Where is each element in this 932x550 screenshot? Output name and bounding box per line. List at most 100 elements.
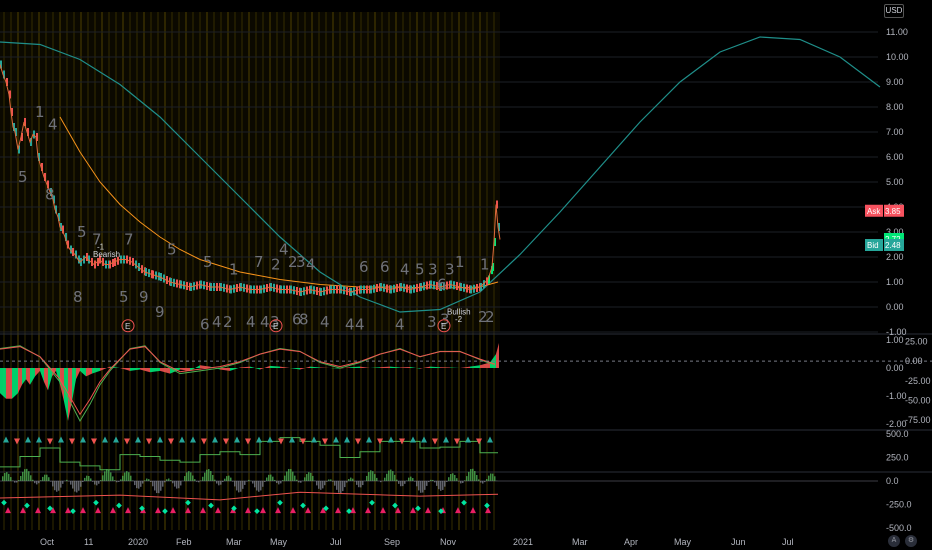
diamond-marker-icon (277, 499, 283, 506)
signal-tick-label: 250.0 (886, 452, 909, 462)
time-tick-label: Oct (40, 537, 55, 547)
histogram-bar (240, 481, 242, 492)
histogram-bar (184, 476, 186, 481)
signal-tick-label: 0.0 (886, 476, 899, 486)
histogram-bar (8, 473, 10, 481)
histogram-bar (452, 473, 454, 481)
oscillator-area (400, 366, 410, 369)
count-digit-label: 7 (254, 253, 264, 271)
oscillator-tick-label: 0.00 (886, 363, 904, 373)
oscillator-area (410, 366, 420, 369)
histogram-bar (320, 481, 322, 490)
marker-triangle-icon (275, 507, 281, 514)
count-digit-label: 2 (485, 308, 495, 326)
histogram-bar (34, 481, 36, 484)
histogram-bar (400, 481, 402, 487)
histogram-bar (190, 472, 192, 481)
diamond-marker-icon (162, 508, 168, 514)
auto-scale-button[interactable]: A (888, 535, 900, 547)
histogram-bar (86, 475, 88, 481)
marker-triangle-icon (455, 507, 461, 514)
buy-triangle-icon (344, 436, 350, 443)
price-tick-label: 1.00 (886, 277, 904, 287)
histogram-bar (352, 478, 354, 481)
histogram-bar (398, 481, 400, 484)
histogram-bar (492, 473, 494, 481)
count-digit-label: 4 (320, 313, 330, 331)
histogram-bar (360, 481, 362, 488)
signal-note-label: -2 (455, 315, 463, 324)
histogram-bar (486, 479, 488, 481)
histogram-bar (156, 481, 158, 494)
momentum-tick-label: -25.00 (905, 376, 931, 386)
count-digit-label: 5 (203, 253, 213, 271)
histogram-bar (256, 481, 258, 491)
histogram-bar (226, 476, 228, 481)
histogram-bar (476, 475, 478, 481)
oscillator-area (76, 368, 80, 380)
histogram-bar (454, 474, 456, 481)
histogram-bar (46, 474, 48, 481)
histogram-bar (140, 481, 142, 487)
histogram-bar (160, 481, 162, 491)
sell-triangle-icon (322, 438, 328, 445)
earnings-marker-label: E (273, 322, 278, 331)
buy-triangle-icon (443, 436, 449, 443)
histogram-bar (138, 481, 140, 489)
histogram-bar (358, 481, 360, 488)
histogram-bar (384, 477, 386, 481)
histogram-bar (286, 471, 288, 481)
histogram-bar (372, 471, 374, 481)
chart-area[interactable]: 51485 7 758 5 995 1 7 2423 46 4 2 4 4 3 68 4 4 46 644 5 3363… (0, 0, 932, 550)
histogram-bar (368, 472, 370, 481)
histogram-bar (404, 481, 406, 484)
histogram-bar (392, 471, 394, 481)
histogram-bar (254, 481, 256, 488)
currency-label[interactable]: USD (884, 4, 904, 18)
histogram-bar (72, 481, 74, 489)
histogram-bar (38, 481, 40, 484)
sell-triangle-icon (14, 438, 20, 445)
marker-triangle-icon (245, 507, 251, 514)
count-digit-label: 2 (223, 313, 233, 331)
histogram-bar (438, 481, 440, 490)
histogram-bar (318, 481, 320, 489)
histogram-bar (308, 472, 310, 481)
histogram-bar (112, 476, 114, 481)
buy-triangle-icon (366, 436, 372, 443)
settings-gear-icon[interactable]: ⚙ (905, 535, 917, 547)
price-tick-label: 2.00 (886, 252, 904, 262)
time-tick-label: Jul (330, 537, 342, 547)
oscillator-tick-label: 1.00 (886, 335, 904, 345)
count-digit-label: 4 (400, 261, 410, 279)
histogram-bar (242, 481, 244, 489)
histogram-bar (474, 471, 476, 481)
histogram-bar (370, 470, 372, 481)
histogram-bar (366, 475, 368, 481)
price-tick-label: 11.00 (886, 27, 908, 37)
histogram-bar (418, 481, 420, 491)
histogram-bar (158, 481, 160, 494)
histogram-bar (448, 477, 450, 481)
buy-triangle-icon (58, 436, 64, 443)
histogram-bar (276, 481, 278, 483)
histogram-bar (56, 481, 58, 492)
count-digit-label: 1 (480, 256, 490, 274)
time-axis[interactable]: Oct 11 2020 Feb Mar May Jul Sep Nov 2021 Mar Apr May… (40, 537, 794, 547)
count-digit-label: 3 (445, 261, 455, 279)
momentum-tick-label: 25.00 (905, 337, 928, 347)
count-digit-label: 4 (355, 316, 365, 334)
count-digit-label: 8 (73, 288, 83, 306)
histogram-bar (234, 481, 236, 487)
histogram-bar (26, 468, 28, 481)
histogram-bar (108, 469, 110, 481)
histogram-bar (136, 481, 138, 489)
price-axis[interactable]: 11.0010.009.008.007.006.005.004.003.002.… (865, 27, 931, 533)
histogram-bar (374, 474, 376, 481)
oscillator-area (470, 365, 480, 369)
histogram-bar (300, 481, 302, 483)
vertical-bands (0, 12, 500, 530)
histogram-bar (336, 481, 338, 490)
histogram-bar (412, 478, 414, 481)
histogram-bar (76, 481, 78, 493)
